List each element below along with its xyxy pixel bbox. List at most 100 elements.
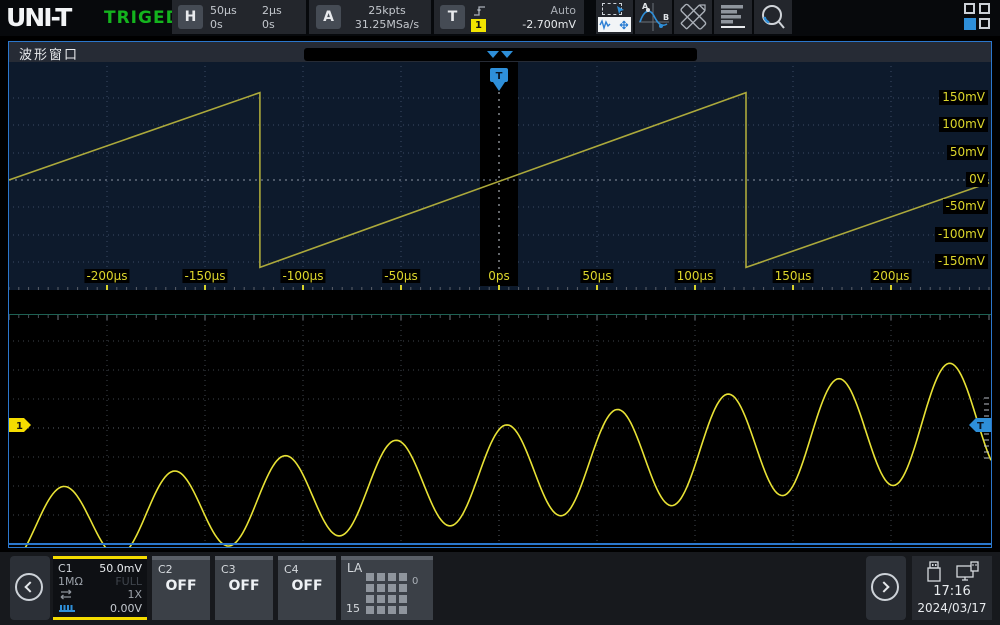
voltage-scale-label: 150mV xyxy=(939,90,988,105)
c1-scale-value: 50.0mV xyxy=(99,562,142,575)
window-title: 波形窗口 xyxy=(19,44,79,63)
voltage-scale-label: 100mV xyxy=(939,117,988,132)
c3-name: C3 xyxy=(221,563,236,576)
voltage-scale-label: -150mV xyxy=(935,254,988,269)
clock-time: 17:16 xyxy=(912,584,992,599)
acquire-button[interactable]: A xyxy=(316,5,341,29)
memory-depth-value: 25kpts xyxy=(349,4,425,17)
zoom-waveform-view[interactable]: T 150mV 100mV 50mV 0V -50mV -100mV -150mV -200μ… xyxy=(9,62,991,290)
c1-name: C1 xyxy=(58,562,73,575)
measure-list-button[interactable] xyxy=(714,0,752,34)
waveform-window-titlebar: 波形窗口 xyxy=(9,42,991,62)
acquire-settings-panel[interactable]: A 25kpts 31.25MSa/s xyxy=(309,0,431,34)
time-scale-label: 0ps xyxy=(486,269,512,283)
la-channel-grid-icon xyxy=(366,573,407,614)
bottom-border-line xyxy=(9,543,991,545)
main-waveform-view[interactable]: 1T xyxy=(9,314,991,547)
waveform-move-icon xyxy=(598,17,631,32)
zoom-timebase-value: 2μs xyxy=(262,4,282,17)
channel4-panel[interactable]: C4 OFF xyxy=(278,556,336,620)
c2-state: OFF xyxy=(152,578,210,594)
timebase-value: 50μs xyxy=(210,4,237,17)
waveform-window: 波形窗口 T 150mV 100mV 50mV 0V -50mV -100mV -150mV… xyxy=(8,41,992,548)
time-scale-label: -50μs xyxy=(382,269,420,283)
trigger-source-badge: 1 xyxy=(471,19,486,32)
c1-offset-value: 0.00V xyxy=(110,602,142,615)
time-scale-label: 50μs xyxy=(580,269,613,283)
c1-probe-value: 1X xyxy=(127,588,142,601)
coupling-icon xyxy=(58,589,74,600)
la-bits: 15 xyxy=(346,602,360,615)
cursor-measure-button[interactable]: A B xyxy=(635,0,672,34)
view-separator xyxy=(9,290,991,314)
logic-analyzer-panel[interactable]: LA 0 15 xyxy=(341,556,433,620)
bar-list-icon xyxy=(714,0,752,34)
zoom-pan-tool-button[interactable] xyxy=(596,0,633,34)
channel1-panel[interactable]: C1 50.0mV 1MΩ FULL 1X 0.00V xyxy=(53,556,147,620)
svg-text:B: B xyxy=(663,13,669,22)
panel-top-strip xyxy=(215,556,273,560)
sample-rate-value: 31.25MSa/s xyxy=(349,18,425,31)
c3-state: OFF xyxy=(215,578,273,594)
search-button[interactable] xyxy=(754,0,792,34)
position-marker-right-icon xyxy=(501,51,513,58)
horizontal-button[interactable]: H xyxy=(178,5,203,29)
c4-name: C4 xyxy=(284,563,299,576)
zoom-offset-value: 0s xyxy=(262,18,275,31)
bandwidth-comb-icon xyxy=(58,603,76,613)
trigger-mode-value: Auto xyxy=(550,4,576,17)
channel2-panel[interactable]: C2 OFF xyxy=(152,556,210,620)
svg-text:T: T xyxy=(496,71,503,82)
trigger-settings-panel[interactable]: T 1 Auto -2.700mV xyxy=(434,0,584,34)
c1-active-strip-bottom xyxy=(53,617,147,620)
layout-square-tr xyxy=(979,3,990,14)
cursor-ab-icon: A B xyxy=(635,0,672,34)
expand-right-button[interactable] xyxy=(866,556,906,620)
trigger-level-value: -2.700mV xyxy=(522,18,576,31)
svg-text:T: T xyxy=(977,421,984,432)
la-value: 0 xyxy=(412,576,418,587)
crossed-tools-icon xyxy=(674,0,712,34)
time-scale-label: 100μs xyxy=(675,269,716,283)
collapse-left-button[interactable] xyxy=(10,556,50,620)
time-scale-label: 150μs xyxy=(773,269,814,283)
c1-bandwidth-value: FULL xyxy=(115,575,142,588)
voltage-scale-label: 0V xyxy=(966,172,988,187)
top-toolbar: UNI-T TRIGED H 50μs 0s 2μs 0s A 25kpts 3… xyxy=(0,0,1000,36)
system-info-panel[interactable]: 17:16 2024/03/17 xyxy=(912,556,992,620)
trigger-status-text: TRIGED xyxy=(104,8,181,28)
brand-logo: UNI-T xyxy=(6,3,100,31)
zoom-plot: T xyxy=(9,62,991,290)
bottom-status-bar: C1 50.0mV 1MΩ FULL 1X 0.00V C2 OF xyxy=(0,552,1000,625)
c1-active-strip-top xyxy=(53,556,147,559)
clock-date: 2024/03/17 xyxy=(912,601,992,615)
time-scale-label: -100μs xyxy=(280,269,325,283)
c4-state: OFF xyxy=(278,578,336,594)
layout-square-bl-active xyxy=(964,18,976,30)
time-scale-label: -200μs xyxy=(84,269,129,283)
panel-top-strip xyxy=(152,556,210,560)
layout-square-br xyxy=(979,18,990,29)
voltage-scale-label: -100mV xyxy=(935,227,988,242)
c2-name: C2 xyxy=(158,563,173,576)
cursor-arrow-icon xyxy=(616,5,626,15)
time-scale-label: -150μs xyxy=(182,269,227,283)
rising-edge-icon xyxy=(472,4,487,18)
horizontal-settings-panel[interactable]: H 50μs 0s 2μs 0s xyxy=(172,0,306,34)
record-position-scrollbar[interactable] xyxy=(304,48,697,61)
time-scale-label: 200μs xyxy=(871,269,912,283)
active-highlight xyxy=(598,17,631,32)
tools-button[interactable] xyxy=(674,0,712,34)
svg-text:A: A xyxy=(642,2,649,11)
position-marker-left-icon xyxy=(487,51,499,58)
voltage-scale-label: -50mV xyxy=(943,199,989,214)
main-plot: 1T xyxy=(9,314,991,547)
remote-pc-icon xyxy=(956,561,980,583)
voltage-scale-label: 50mV xyxy=(947,145,988,160)
la-name: LA xyxy=(347,561,362,575)
trigger-button[interactable]: T xyxy=(440,5,465,29)
panel-top-strip xyxy=(278,556,336,560)
window-layout-button[interactable] xyxy=(964,3,991,30)
svg-text:1: 1 xyxy=(16,421,23,432)
channel3-panel[interactable]: C3 OFF xyxy=(215,556,273,620)
